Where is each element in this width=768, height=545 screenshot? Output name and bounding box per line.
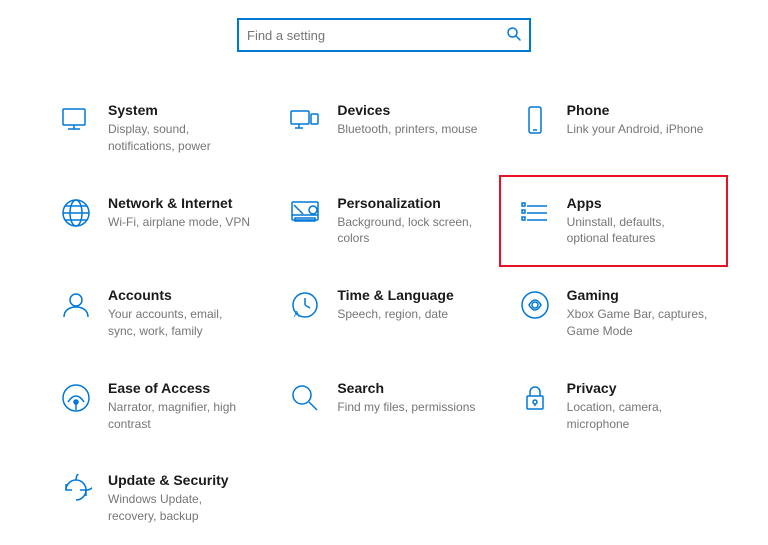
personalization-icon xyxy=(287,197,323,229)
settings-item-text: Search Find my files, permissions xyxy=(337,380,475,416)
settings-item-title: Gaming xyxy=(567,287,710,303)
settings-item-text: Privacy Location, camera, microphone xyxy=(567,380,710,433)
settings-item-subtitle: Display, sound, notifications, power xyxy=(108,121,251,155)
devices-icon xyxy=(287,104,323,136)
settings-grid: System Display, sound, notifications, po… xyxy=(0,82,768,545)
settings-item-subtitle: Background, lock screen, colors xyxy=(337,214,480,248)
settings-item-system[interactable]: System Display, sound, notifications, po… xyxy=(40,82,269,175)
time-icon: A xyxy=(287,289,323,321)
settings-item-subtitle: Uninstall, defaults, optional features xyxy=(567,214,710,248)
settings-item-subtitle: Windows Update, recovery, backup xyxy=(108,491,251,525)
settings-item-text: Phone Link your Android, iPhone xyxy=(567,102,704,138)
settings-item-text: Devices Bluetooth, printers, mouse xyxy=(337,102,477,138)
settings-item-text: Accounts Your accounts, email, sync, wor… xyxy=(108,287,251,340)
settings-item-text: Ease of Access Narrator, magnifier, high… xyxy=(108,380,251,433)
settings-item-text: Network & Internet Wi-Fi, airplane mode,… xyxy=(108,195,250,231)
settings-item-search[interactable]: Search Find my files, permissions xyxy=(269,360,498,453)
settings-item-text: Time & Language Speech, region, date xyxy=(337,287,453,323)
network-icon xyxy=(58,197,94,229)
settings-item-phone[interactable]: Phone Link your Android, iPhone xyxy=(499,82,728,175)
ease-icon xyxy=(58,382,94,414)
settings-item-text: Personalization Background, lock screen,… xyxy=(337,195,480,248)
settings-item-title: Devices xyxy=(337,102,477,118)
accounts-icon xyxy=(58,289,94,321)
settings-item-title: Time & Language xyxy=(337,287,453,303)
search-icon xyxy=(287,382,323,414)
settings-item-network[interactable]: Network & Internet Wi-Fi, airplane mode,… xyxy=(40,175,269,268)
settings-item-subtitle: Link your Android, iPhone xyxy=(567,121,704,138)
settings-item-apps[interactable]: Apps Uninstall, defaults, optional featu… xyxy=(499,175,728,268)
settings-item-title: Update & Security xyxy=(108,472,251,488)
privacy-icon xyxy=(517,382,553,414)
settings-item-text: Update & Security Windows Update, recove… xyxy=(108,472,251,525)
phone-icon xyxy=(517,104,553,136)
apps-icon xyxy=(517,197,553,229)
settings-item-text: Gaming Xbox Game Bar, captures, Game Mod… xyxy=(567,287,710,340)
settings-item-privacy[interactable]: Privacy Location, camera, microphone xyxy=(499,360,728,453)
settings-item-update[interactable]: Update & Security Windows Update, recove… xyxy=(40,452,269,545)
settings-item-title: Apps xyxy=(567,195,710,211)
settings-item-subtitle: Speech, region, date xyxy=(337,306,453,323)
settings-item-title: Phone xyxy=(567,102,704,118)
settings-item-title: Search xyxy=(337,380,475,396)
search-bar[interactable] xyxy=(237,18,531,52)
settings-item-personalization[interactable]: Personalization Background, lock screen,… xyxy=(269,175,498,268)
settings-item-title: Ease of Access xyxy=(108,380,251,396)
settings-item-title: Privacy xyxy=(567,380,710,396)
update-icon xyxy=(58,474,94,506)
settings-item-text: System Display, sound, notifications, po… xyxy=(108,102,251,155)
search-input[interactable] xyxy=(247,28,507,43)
settings-item-subtitle: Bluetooth, printers, mouse xyxy=(337,121,477,138)
settings-item-title: System xyxy=(108,102,251,118)
system-icon xyxy=(58,104,94,136)
settings-item-title: Personalization xyxy=(337,195,480,211)
svg-text:A: A xyxy=(294,310,300,319)
settings-item-time[interactable]: A Time & Language Speech, region, date xyxy=(269,267,498,360)
settings-item-text: Apps Uninstall, defaults, optional featu… xyxy=(567,195,710,248)
settings-item-devices[interactable]: Devices Bluetooth, printers, mouse xyxy=(269,82,498,175)
settings-item-ease[interactable]: Ease of Access Narrator, magnifier, high… xyxy=(40,360,269,453)
search-icon xyxy=(507,27,521,44)
settings-item-accounts[interactable]: Accounts Your accounts, email, sync, wor… xyxy=(40,267,269,360)
settings-item-title: Network & Internet xyxy=(108,195,250,211)
gaming-icon xyxy=(517,289,553,321)
settings-item-subtitle: Wi-Fi, airplane mode, VPN xyxy=(108,214,250,231)
settings-item-subtitle: Narrator, magnifier, high contrast xyxy=(108,399,251,433)
settings-item-gaming[interactable]: Gaming Xbox Game Bar, captures, Game Mod… xyxy=(499,267,728,360)
settings-item-subtitle: Find my files, permissions xyxy=(337,399,475,416)
settings-item-subtitle: Xbox Game Bar, captures, Game Mode xyxy=(567,306,710,340)
settings-item-title: Accounts xyxy=(108,287,251,303)
settings-item-subtitle: Location, camera, microphone xyxy=(567,399,710,433)
settings-item-subtitle: Your accounts, email, sync, work, family xyxy=(108,306,251,340)
